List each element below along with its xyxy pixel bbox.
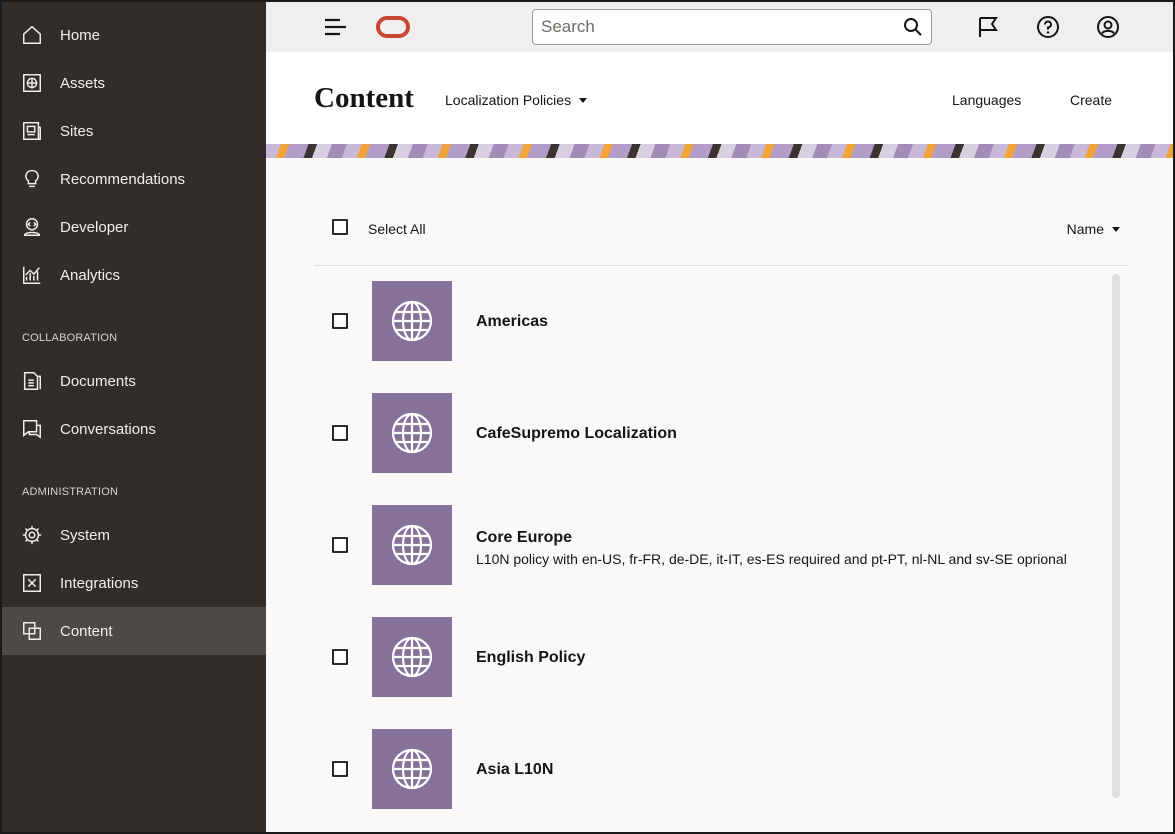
sidebar-item-home[interactable]: Home	[2, 11, 266, 59]
sidebar-item-label: Recommendations	[60, 170, 186, 188]
list-item[interactable]: Core Europe L10N policy with en-US, fr-F…	[314, 505, 1104, 585]
sidebar-item-label: Developer	[60, 218, 129, 236]
gear-icon	[20, 523, 44, 547]
sidebar-item-recommendations[interactable]: Recommendations	[2, 155, 266, 203]
sidebar-item-label: Analytics	[60, 266, 121, 284]
row-checkbox[interactable]	[332, 425, 348, 441]
sidebar-item-label: Conversations	[60, 420, 156, 438]
sidebar-item-content[interactable]: Content	[2, 607, 266, 655]
policy-thumbnail	[372, 729, 452, 809]
documents-icon	[20, 369, 44, 393]
analytics-icon	[20, 263, 44, 287]
sidebar-item-label: Home	[60, 26, 101, 44]
decorative-banner	[266, 144, 1173, 158]
sidebar-item-analytics[interactable]: Analytics	[2, 251, 266, 299]
conversations-icon	[20, 417, 44, 441]
sidebar-item-label: Integrations	[60, 574, 139, 592]
list-item[interactable]: CafeSupremo Localization	[314, 393, 1104, 473]
row-checkbox[interactable]	[332, 537, 348, 553]
globe-icon	[391, 748, 433, 790]
row-checkbox[interactable]	[332, 313, 348, 329]
sidebar-item-label: Documents	[60, 372, 136, 390]
languages-button[interactable]: Languages	[952, 92, 1021, 108]
flag-icon[interactable]	[976, 15, 1000, 39]
app-window: Home Assets Sites Recommendations Develo…	[0, 0, 1175, 834]
sidebar-item-label: System	[60, 526, 111, 544]
globe-icon	[391, 412, 433, 454]
caret-down-icon	[1112, 226, 1120, 232]
divider	[314, 265, 1128, 266]
page-title: Content	[314, 82, 414, 114]
content-icon	[20, 619, 44, 643]
list-toolbar: Select All Name	[314, 207, 1128, 251]
help-icon[interactable]	[1036, 15, 1060, 39]
content-header: Content Localization Policies Languages …	[266, 52, 1173, 144]
list-item[interactable]: Asia L10N	[314, 729, 1104, 809]
hamburger-menu-icon[interactable]	[324, 16, 348, 38]
search-icon[interactable]	[903, 17, 923, 37]
dropdown-label: Localization Policies	[445, 92, 572, 108]
globe-icon	[391, 524, 433, 566]
policy-name[interactable]: CafeSupremo Localization	[476, 425, 677, 443]
globe-icon	[391, 636, 433, 678]
user-profile-icon[interactable]	[1096, 15, 1120, 39]
policy-name[interactable]: English Policy	[476, 649, 585, 667]
home-icon	[20, 23, 44, 47]
list-item[interactable]: English Policy	[314, 617, 1104, 697]
developer-icon	[20, 215, 44, 239]
policy-description: L10N policy with en-US, fr-FR, de-DE, it…	[476, 551, 1067, 567]
create-button[interactable]: Create	[1070, 92, 1112, 108]
search-input[interactable]	[533, 10, 893, 44]
policy-name[interactable]: Americas	[476, 313, 548, 331]
globe-icon	[391, 300, 433, 342]
sidebar-item-conversations[interactable]: Conversations	[2, 405, 266, 453]
sites-icon	[20, 119, 44, 143]
sidebar: Home Assets Sites Recommendations Develo…	[2, 2, 266, 832]
sidebar-item-label: Sites	[60, 122, 94, 140]
oracle-logo[interactable]	[376, 16, 410, 38]
sidebar-item-documents[interactable]: Documents	[2, 357, 266, 405]
select-all-label: Select All	[368, 221, 426, 237]
row-checkbox[interactable]	[332, 761, 348, 777]
sidebar-item-developer[interactable]: Developer	[2, 203, 266, 251]
sidebar-item-integrations[interactable]: Integrations	[2, 559, 266, 607]
policy-thumbnail	[372, 393, 452, 473]
localization-policies-dropdown[interactable]: Localization Policies	[445, 92, 588, 108]
select-all-checkbox[interactable]	[332, 219, 348, 235]
administration-section-label: ADMINISTRATION	[22, 486, 119, 498]
policy-thumbnail	[372, 505, 452, 585]
sidebar-item-assets[interactable]: Assets	[2, 59, 266, 107]
sidebar-item-label: Assets	[60, 74, 106, 92]
list-scrollbar[interactable]	[1112, 274, 1120, 798]
caret-down-icon	[579, 97, 588, 103]
row-checkbox[interactable]	[332, 649, 348, 665]
integrations-icon	[20, 571, 44, 595]
sort-label: Name	[1066, 221, 1104, 237]
collaboration-section-label: COLLABORATION	[22, 332, 118, 344]
policy-name[interactable]: Asia L10N	[476, 761, 553, 779]
policy-name[interactable]: Core Europe	[476, 529, 572, 547]
sidebar-item-label: Content	[60, 622, 113, 640]
sidebar-item-system[interactable]: System	[2, 511, 266, 559]
policy-thumbnail	[372, 617, 452, 697]
top-bar	[266, 2, 1173, 52]
policy-thumbnail	[372, 281, 452, 361]
list-item[interactable]: Americas	[314, 281, 1104, 361]
lightbulb-icon	[20, 167, 44, 191]
assets-icon	[20, 71, 44, 95]
search-box	[532, 9, 932, 45]
sort-by-name-button[interactable]: Name	[1067, 221, 1120, 237]
sidebar-item-sites[interactable]: Sites	[2, 107, 266, 155]
